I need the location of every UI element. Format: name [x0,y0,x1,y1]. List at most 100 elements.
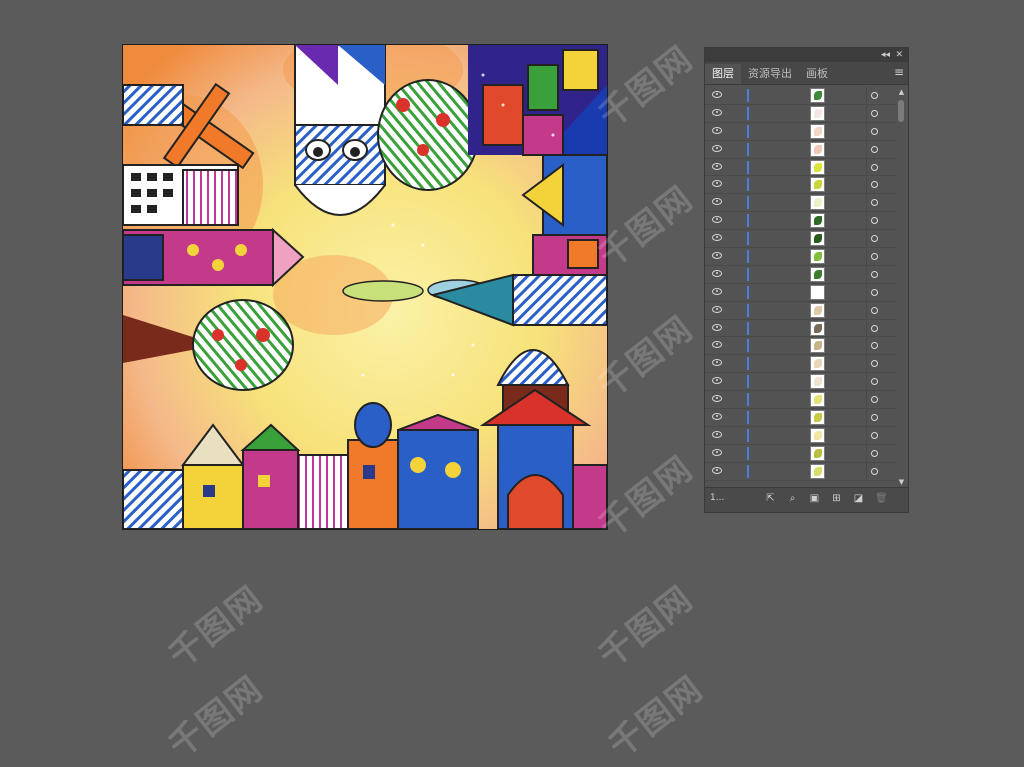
column-divider [866,87,867,104]
visibility-eye-icon[interactable] [712,287,722,295]
target-circle-icon[interactable] [871,199,878,207]
layer-thumbnail [810,105,825,121]
watermark-text: 千图网 [601,668,712,767]
visibility-eye-icon[interactable] [712,144,722,152]
target-circle-icon[interactable] [871,217,878,225]
visibility-eye-icon[interactable] [712,305,722,313]
layer-row[interactable] [705,87,896,105]
target-circle-icon[interactable] [871,145,878,153]
layer-row[interactable] [705,337,896,356]
layer-color-indicator [747,411,749,425]
visibility-eye-icon[interactable] [712,269,722,277]
layer-row[interactable] [705,158,896,177]
layer-row[interactable] [705,194,896,213]
target-circle-icon[interactable] [871,270,878,278]
layer-color-indicator [747,339,749,353]
target-circle-icon[interactable] [871,378,878,386]
scroll-up-icon[interactable]: ▲ [897,88,906,96]
target-circle-icon[interactable] [871,163,878,171]
column-divider [866,319,867,337]
layer-row[interactable] [705,104,896,123]
target-circle-icon[interactable] [871,360,878,368]
layer-row[interactable] [705,248,896,266]
visibility-eye-icon[interactable] [712,198,722,206]
layer-count: 1... [710,493,725,503]
layer-row[interactable] [705,409,896,427]
layer-row[interactable] [705,230,896,249]
layer-color-indicator [747,375,749,389]
layer-row[interactable] [705,301,896,320]
target-circle-icon[interactable] [871,92,878,99]
make-clip-mask-icon[interactable]: ▣ [809,493,820,504]
hamburger-menu-icon[interactable]: ≡ [894,65,904,79]
column-divider [866,230,867,248]
visibility-eye-icon[interactable] [712,395,722,403]
target-circle-icon[interactable] [871,342,878,350]
visibility-eye-icon[interactable] [712,180,722,188]
visibility-eye-icon[interactable] [712,252,722,260]
artboard-image[interactable] [122,44,608,530]
tab-layers[interactable]: 图层 [705,64,741,84]
layer-row[interactable] [705,140,896,159]
search-icon[interactable]: ⌕ [787,493,798,504]
layer-row[interactable] [705,426,896,445]
visibility-eye-icon[interactable] [712,448,722,456]
target-circle-icon[interactable] [871,288,878,296]
layer-row[interactable] [705,355,896,374]
layer-row[interactable] [705,283,896,302]
target-circle-icon[interactable] [871,109,878,117]
layer-thumbnail [810,177,825,193]
panel-title-bar[interactable]: ◂◂ ✕ [705,48,908,62]
layer-row[interactable] [705,319,896,338]
layer-color-indicator [747,142,749,156]
target-circle-icon[interactable] [871,467,878,475]
layer-row[interactable] [705,444,896,463]
layer-thumbnail [810,338,825,354]
layer-row[interactable] [705,212,896,231]
visibility-eye-icon[interactable] [712,413,722,421]
target-circle-icon[interactable] [871,181,878,189]
target-circle-icon[interactable] [871,414,878,422]
new-layer-icon[interactable]: ◪ [853,493,864,504]
layer-row[interactable] [705,391,896,410]
visibility-eye-icon[interactable] [712,234,722,242]
scroll-down-icon[interactable]: ▼ [897,478,906,486]
column-divider [866,409,867,426]
new-sublayer-icon[interactable]: ⊞ [831,493,842,504]
layer-list-scrollbar[interactable]: ▲ ▼ [897,88,906,486]
visibility-eye-icon[interactable] [712,126,722,134]
scroll-thumb[interactable] [898,100,904,122]
visibility-eye-icon[interactable] [712,341,722,349]
layer-row[interactable] [705,373,896,392]
layer-row[interactable] [705,265,896,284]
visibility-eye-icon[interactable] [712,91,722,98]
visibility-eye-icon[interactable] [712,216,722,224]
target-circle-icon[interactable] [871,235,878,243]
layer-color-indicator [747,124,749,138]
visibility-eye-icon[interactable] [712,162,722,170]
visibility-eye-icon[interactable] [712,377,722,385]
visibility-eye-icon[interactable] [712,108,722,116]
target-circle-icon[interactable] [871,324,878,332]
visibility-eye-icon[interactable] [712,359,722,367]
target-circle-icon[interactable] [871,253,878,261]
target-circle-icon[interactable] [871,449,878,457]
layer-row[interactable] [705,176,896,195]
target-circle-icon[interactable] [871,127,878,135]
layer-row[interactable] [705,122,896,141]
visibility-eye-icon[interactable] [712,323,722,331]
target-circle-icon[interactable] [871,396,878,404]
layer-color-indicator [747,428,749,442]
layer-thumbnail-shape [814,252,822,262]
tab-artboards[interactable]: 画板 [799,64,835,84]
double-chevron-left-icon[interactable]: ◂◂ [881,48,890,62]
export-icon[interactable]: ⇱ [765,493,776,504]
target-circle-icon[interactable] [871,306,878,314]
close-icon[interactable]: ✕ [895,48,903,62]
tab-asset-export[interactable]: 资源导出 [741,64,799,84]
visibility-eye-icon[interactable] [712,466,722,474]
layer-row[interactable] [705,462,896,481]
target-circle-icon[interactable] [871,431,878,439]
visibility-eye-icon[interactable] [712,430,722,438]
delete-icon[interactable]: 🗑 [875,493,888,504]
